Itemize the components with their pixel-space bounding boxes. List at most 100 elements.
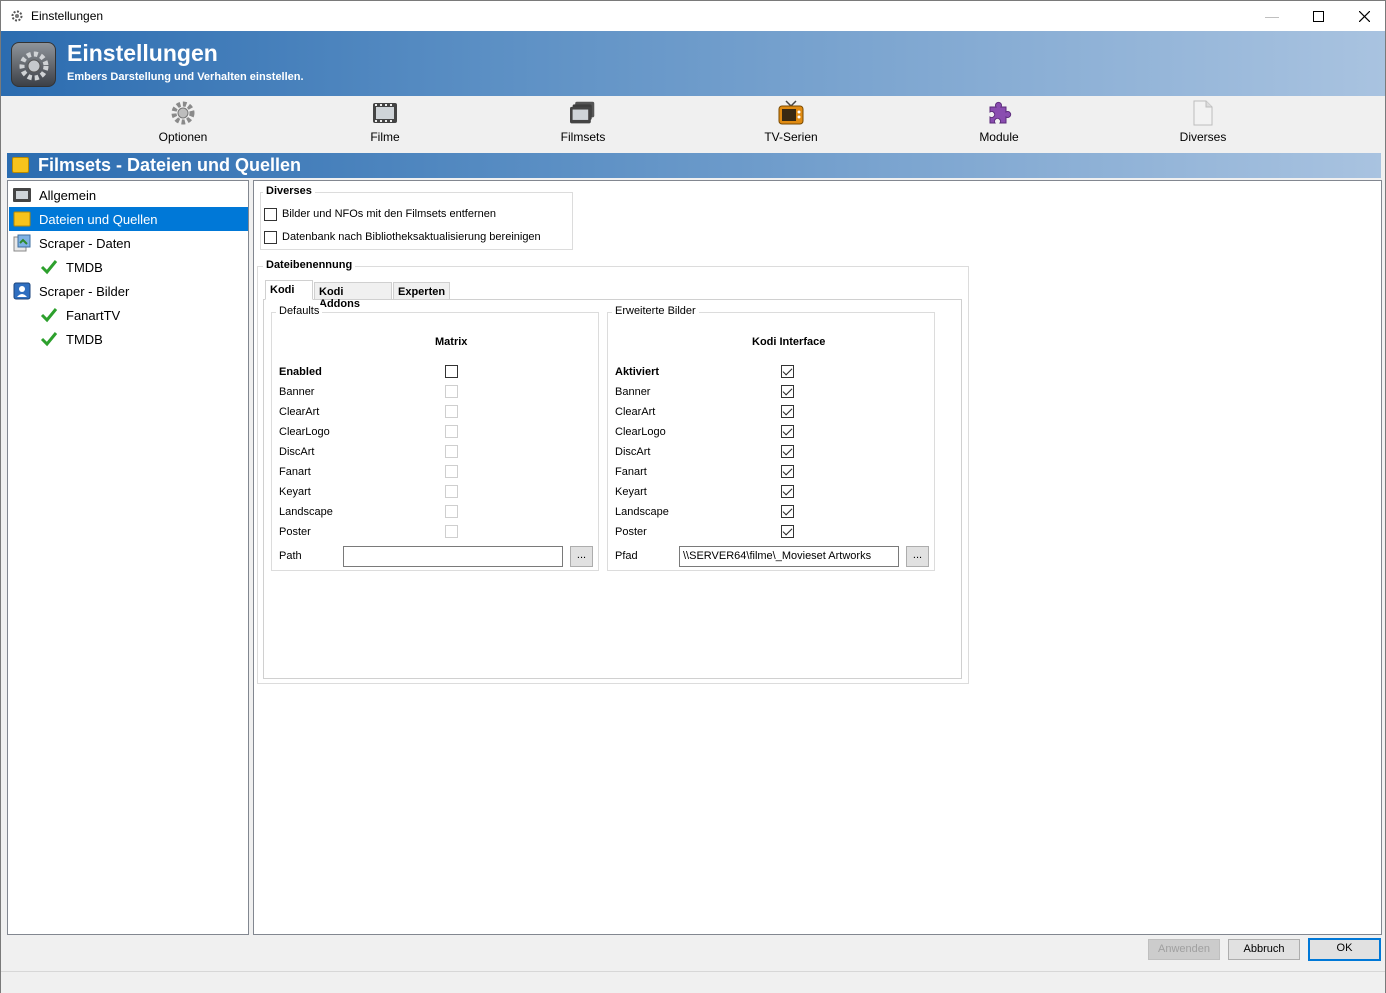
tree-item-fanarttv[interactable]: FanartTV — [40, 303, 240, 327]
scraper-image-icon — [13, 282, 31, 300]
tree-item-label: FanartTV — [66, 307, 121, 323]
defaults-row-label: Enabled — [279, 366, 322, 378]
tree-item-allgemein[interactable]: Allgemein — [13, 183, 243, 207]
close-button[interactable] — [1341, 1, 1386, 31]
defaults-discart-checkbox[interactable] — [445, 445, 458, 458]
tab-experten[interactable]: Experten — [393, 282, 450, 300]
dateibenennung-legend: Dateibenennung — [263, 259, 356, 271]
section-title-bar: Filmsets - Dateien und Quellen — [7, 153, 1381, 178]
erweiterte-banner-checkbox[interactable] — [781, 385, 794, 398]
erweiterte-bilder-group — [607, 312, 935, 571]
remove-images-checkbox[interactable] — [264, 208, 277, 221]
erweiterte-row-label: Banner — [615, 386, 651, 398]
toolbar-filmsets[interactable]: Filmsets — [533, 100, 633, 144]
tree-item-tmdb-data[interactable]: TMDB — [40, 255, 240, 279]
cancel-button[interactable]: Abbruch — [1228, 939, 1300, 960]
defaults-fanart-checkbox[interactable] — [445, 465, 458, 478]
toolbar-diverses[interactable]: Diverses — [1153, 100, 1253, 144]
erweiterte-landscape-checkbox[interactable] — [781, 505, 794, 518]
folder-icon — [12, 157, 29, 173]
defaults-poster-checkbox[interactable] — [445, 525, 458, 538]
tree-item-dateien-und-quellen[interactable]: Dateien und Quellen — [9, 207, 248, 231]
erweiterte-browse-button[interactable]: ... — [906, 546, 929, 567]
defaults-row-label: ClearLogo — [279, 426, 330, 438]
tree-item-scraper-daten[interactable]: Scraper - Daten — [13, 231, 243, 255]
clean-database-label: Datenbank nach Bibliotheksaktualisierung… — [282, 231, 541, 243]
filmset-icon — [570, 100, 596, 126]
erweiterte-row-label: ClearArt — [615, 406, 656, 418]
minimize-button[interactable]: — — [1249, 1, 1295, 31]
defaults-legend: Defaults — [276, 305, 323, 317]
defaults-row-label: Banner — [279, 386, 315, 398]
tree-item-scraper-bilder[interactable]: Scraper - Bilder — [13, 279, 243, 303]
defaults-browse-button[interactable]: ... — [570, 546, 593, 567]
document-icon — [1190, 100, 1216, 126]
toolbar-module[interactable]: Module — [949, 100, 1049, 144]
defaults-row-label: Fanart — [279, 466, 311, 478]
diverses-legend: Diverses — [263, 185, 315, 197]
window-title: Einstellungen — [31, 9, 104, 23]
erweiterte-row-label: Keyart — [615, 486, 647, 498]
defaults-banner-checkbox[interactable] — [445, 385, 458, 398]
defaults-row-label: Landscape — [279, 506, 333, 518]
defaults-clearart-checkbox[interactable] — [445, 405, 458, 418]
defaults-row-label: DiscArt — [279, 446, 315, 458]
kodi-interface-column-header: Kodi Interface — [752, 336, 826, 348]
header-banner: Einstellungen Embers Darstellung und Ver… — [1, 31, 1385, 96]
erweiterte-poster-checkbox[interactable] — [781, 525, 794, 538]
erweiterte-clearart-checkbox[interactable] — [781, 405, 794, 418]
checkmark-icon — [40, 306, 58, 324]
defaults-landscape-checkbox[interactable] — [445, 505, 458, 518]
defaults-keyart-checkbox[interactable] — [445, 485, 458, 498]
ok-button[interactable]: OK — [1308, 938, 1381, 961]
erweiterte-keyart-checkbox[interactable] — [781, 485, 794, 498]
toolbar-label: Optionen — [158, 130, 208, 144]
category-toolbar: Optionen Filme Filmsets TV-Serien Module — [1, 96, 1385, 151]
tab-kodi[interactable]: Kodi — [265, 280, 313, 300]
defaults-enabled-checkbox[interactable] — [445, 365, 458, 378]
film-icon — [372, 100, 398, 126]
erweiterte-discart-checkbox[interactable] — [781, 445, 794, 458]
matrix-column-header: Matrix — [435, 336, 468, 348]
film-icon — [13, 186, 31, 204]
header-subtitle: Embers Darstellung und Verhalten einstel… — [67, 71, 304, 83]
defaults-clearlogo-checkbox[interactable] — [445, 425, 458, 438]
folder-icon — [13, 210, 31, 228]
defaults-row-label: Poster — [279, 526, 311, 538]
defaults-row-label: Keyart — [279, 486, 311, 498]
tree-item-label: TMDB — [66, 259, 103, 275]
clean-database-checkbox[interactable] — [264, 231, 277, 244]
erweiterte-path-input[interactable]: \\SERVER64\filme\_Movieset Artworks — [679, 546, 899, 567]
erweiterte-aktiviert-checkbox[interactable] — [781, 365, 794, 378]
puzzle-icon — [986, 100, 1012, 126]
tree-item-label: TMDB — [66, 331, 103, 347]
defaults-path-input[interactable] — [343, 546, 563, 567]
remove-images-label: Bilder und NFOs mit den Filmsets entfern… — [282, 208, 496, 220]
erweiterte-clearlogo-checkbox[interactable] — [781, 425, 794, 438]
erweiterte-row-label: Landscape — [615, 506, 669, 518]
tv-icon — [778, 100, 804, 126]
checkmark-icon — [40, 330, 58, 348]
tree-item-tmdb-images[interactable]: TMDB — [40, 327, 240, 351]
settings-tree: Allgemein Dateien und Quellen Scraper - … — [7, 180, 249, 935]
defaults-path-label: Path — [279, 550, 302, 562]
toolbar-tv-serien[interactable]: TV-Serien — [741, 100, 841, 144]
tree-item-label: Scraper - Bilder — [39, 283, 130, 299]
close-icon — [1358, 10, 1370, 22]
gear-icon — [170, 100, 196, 126]
toolbar-label: Filme — [370, 130, 400, 144]
scraper-data-icon — [13, 234, 31, 252]
tree-item-label: Allgemein — [39, 187, 97, 203]
maximize-button[interactable] — [1295, 1, 1341, 31]
tab-kodi-addons[interactable]: Kodi Addons — [314, 282, 392, 310]
erweiterte-fanart-checkbox[interactable] — [781, 465, 794, 478]
toolbar-label: TV-Serien — [764, 130, 818, 144]
toolbar-label: Module — [979, 130, 1019, 144]
erweiterte-row-label: Poster — [615, 526, 647, 538]
toolbar-filme[interactable]: Filme — [335, 100, 435, 144]
erweiterte-row-label: Aktiviert — [615, 366, 660, 378]
toolbar-label: Diverses — [1179, 130, 1227, 144]
checkmark-icon — [40, 258, 58, 276]
apply-button[interactable]: Anwenden — [1148, 939, 1220, 960]
toolbar-optionen[interactable]: Optionen — [133, 100, 233, 144]
